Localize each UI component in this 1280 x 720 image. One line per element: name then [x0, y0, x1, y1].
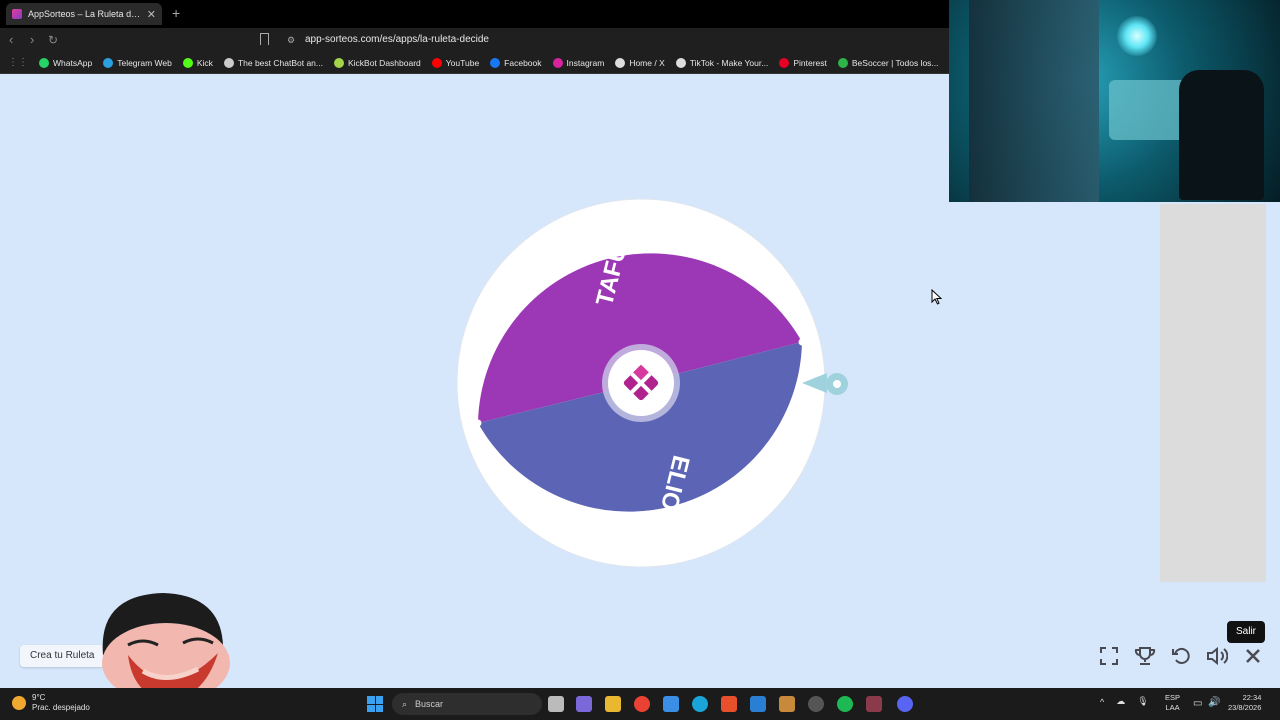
- spotify-icon[interactable]: [837, 696, 853, 712]
- clock-date: 23/8/2026: [1228, 703, 1262, 712]
- bookmark-label: BeSoccer | Todos los...: [851, 57, 939, 68]
- bookmark-favicon-icon: [615, 57, 626, 68]
- reload-icon[interactable]: ↻: [48, 33, 58, 47]
- bookmark-favicon-icon: [334, 57, 344, 68]
- bookmark-item[interactable]: Home / X: [615, 57, 665, 68]
- search-label: Buscar: [415, 699, 444, 709]
- browser-tab[interactable]: AppSorteos – La Ruleta de la Suerte ✕: [6, 3, 162, 25]
- bookmark-icon[interactable]: [260, 33, 269, 45]
- start-button-icon[interactable]: [367, 696, 383, 712]
- bookmark-item[interactable]: Telegram Web: [103, 57, 172, 68]
- bookmark-favicon-icon: [675, 57, 686, 68]
- bookmark-favicon-icon: [837, 57, 848, 68]
- weather-widget[interactable]: 9°C Prac. despejado: [12, 693, 90, 713]
- bookmark-favicon-icon: [39, 57, 49, 68]
- mail-icon[interactable]: [750, 696, 766, 712]
- exit-tooltip: Salir: [1227, 621, 1266, 643]
- site-favicon-icon: [12, 9, 22, 19]
- site-settings-icon[interactable]: ⚙: [287, 35, 295, 46]
- bookmark-label: Telegram Web: [117, 57, 172, 68]
- bookmark-favicon-icon: [779, 57, 790, 68]
- microphone-icon[interactable]: 🎙: [1137, 696, 1148, 707]
- onedrive-icon[interactable]: ☁: [1116, 696, 1125, 707]
- bookmark-label: KickBot Dashboard: [348, 57, 421, 68]
- bookmark-label: TikTok - Make Your...: [689, 57, 769, 68]
- bookmark-favicon-icon: [223, 57, 234, 68]
- wheel-controls: [1098, 645, 1264, 667]
- tab-close-icon[interactable]: ✕: [147, 8, 156, 21]
- bookmark-item[interactable]: BeSoccer | Todos los...: [837, 57, 939, 68]
- new-tab-button[interactable]: +: [172, 5, 180, 21]
- bookmark-item[interactable]: Facebook: [490, 57, 542, 68]
- bookmark-favicon-icon: [431, 57, 442, 68]
- bookmark-item[interactable]: Pinterest: [779, 57, 827, 68]
- bookmark-label: Home / X: [629, 57, 665, 68]
- store-icon[interactable]: [663, 696, 679, 712]
- bookmark-favicon-icon: [103, 57, 114, 68]
- language-indicator[interactable]: ESP LAA: [1165, 693, 1180, 713]
- chevron-up-icon[interactable]: ^: [1100, 697, 1104, 707]
- bookmark-label: YouTube: [445, 57, 480, 68]
- bookmark-item[interactable]: TikTok - Make Your...: [675, 57, 769, 68]
- close-icon[interactable]: [1242, 645, 1264, 667]
- pointer-knob: [826, 373, 848, 395]
- bookmark-item[interactable]: KickBot Dashboard: [334, 57, 421, 68]
- undo-icon[interactable]: [1170, 645, 1192, 667]
- copilot-icon[interactable]: [576, 696, 592, 712]
- bookmark-item[interactable]: WhatsApp: [39, 57, 93, 68]
- trophy-icon[interactable]: [1134, 645, 1156, 667]
- spin-wheel[interactable]: TAFUR ELIOTT: [455, 197, 827, 569]
- bookmark-favicon-icon: [552, 57, 563, 68]
- lang-top: ESP: [1165, 693, 1181, 702]
- bookmark-favicon-icon: [182, 57, 193, 68]
- bookmark-label: WhatsApp: [53, 57, 93, 68]
- wheel-divider-dot: [798, 338, 806, 346]
- bookmark-item[interactable]: Instagram: [552, 57, 605, 68]
- clock[interactable]: 22:34 23/8/2026: [1228, 693, 1261, 713]
- back-icon[interactable]: ‹: [9, 32, 13, 47]
- app-icon[interactable]: [866, 696, 882, 712]
- taskbar-search[interactable]: ⌕ Buscar: [392, 693, 542, 715]
- bookmark-label: Kick: [196, 57, 213, 68]
- tab-title: AppSorteos – La Ruleta de la Suerte: [28, 9, 141, 19]
- brave-icon[interactable]: [721, 696, 737, 712]
- search-icon: ⌕: [402, 698, 408, 709]
- bookmark-item[interactable]: The best ChatBot an...: [223, 57, 323, 68]
- mouse-cursor-icon: [931, 289, 943, 305]
- chrome-icon[interactable]: [634, 696, 650, 712]
- bookmark-favicon-icon: [490, 57, 501, 68]
- windows-taskbar: 9°C Prac. despejado ⌕ Buscar ^ ☁ 🎙 ESP L…: [0, 688, 1280, 720]
- forward-icon[interactable]: ›: [30, 32, 34, 47]
- system-tray: ^ ☁ 🎙: [1100, 696, 1149, 707]
- lang-bottom: LAA: [1165, 703, 1180, 712]
- lamp-light: [1117, 16, 1157, 56]
- weather-temp: 9°C: [32, 693, 46, 702]
- volume-icon[interactable]: [1206, 645, 1228, 667]
- task-view-icon[interactable]: [548, 696, 564, 712]
- fullscreen-icon[interactable]: [1098, 645, 1120, 667]
- bookmark-label: Facebook: [504, 57, 542, 68]
- weather-sun-icon: [12, 696, 26, 710]
- side-panel: [1160, 204, 1266, 582]
- bookmark-item[interactable]: YouTube: [431, 57, 480, 68]
- file-explorer-icon[interactable]: [605, 696, 621, 712]
- apps-grid-icon[interactable]: ⋮⋮: [8, 57, 28, 68]
- speaker-icon[interactable]: 🔊: [1208, 697, 1220, 708]
- edge-icon[interactable]: [692, 696, 708, 712]
- bookmark-label: The best ChatBot an...: [237, 57, 323, 68]
- network-icon[interactable]: ▭: [1193, 698, 1202, 709]
- weather-desc: Prac. despejado: [32, 703, 90, 712]
- bookmark-item[interactable]: Kick: [182, 57, 213, 68]
- gaming-chair: [1179, 70, 1264, 200]
- obs-icon[interactable]: [808, 696, 824, 712]
- app-icon[interactable]: [779, 696, 795, 712]
- bookmark-label: Pinterest: [793, 57, 827, 68]
- clock-time: 22:34: [1242, 693, 1262, 702]
- bookmark-label: Instagram: [566, 57, 605, 68]
- webcam-overlay: [949, 0, 1280, 202]
- url-field[interactable]: app-sorteos.com/es/apps/la-ruleta-decide: [305, 34, 489, 45]
- wheel-divider-dot: [474, 419, 482, 427]
- discord-icon[interactable]: [897, 696, 913, 712]
